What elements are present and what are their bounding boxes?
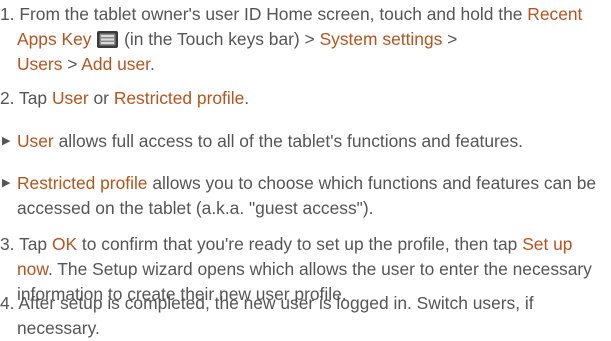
step-text: Tap (19, 88, 48, 108)
step-number: 4. (0, 293, 15, 313)
ok-label: OK (51, 234, 78, 254)
bullet-restricted-profile: ▶ Restricted profile allows you to choose… (0, 171, 605, 221)
step-text: Tap (19, 234, 48, 254)
path-separator: > (67, 54, 78, 74)
user-label: User (17, 131, 54, 151)
restricted-profile-label: Restricted profile (17, 173, 148, 193)
step-number: 3. (0, 234, 15, 254)
restricted-profile-label: Restricted profile (113, 88, 245, 108)
step-text: or (93, 88, 109, 108)
step-text: After setup is completed, the new user i… (17, 293, 534, 338)
system-settings-label: System settings (319, 29, 443, 49)
step-number: 1. (0, 4, 15, 24)
step-2: 2. Tap User or Restricted profile. (0, 86, 605, 111)
bullet-text: allows full access to all of the tablet'… (58, 131, 523, 151)
period: . (244, 88, 250, 108)
step-text: From the tablet owner's user ID Home scr… (19, 4, 523, 24)
users-label: Users (17, 54, 63, 74)
path-separator: > (447, 29, 458, 49)
add-user-label: Add user (81, 54, 150, 74)
step-1: 1. From the tablet owner's user ID Home … (0, 2, 605, 77)
instruction-document: 1. From the tablet owner's user ID Home … (0, 0, 611, 341)
recent-apps-key-icon (97, 31, 119, 48)
step-number: 2. (0, 88, 15, 108)
step-text: to confirm that you're ready to set up t… (81, 234, 518, 254)
period: . (149, 54, 155, 74)
user-label: User (51, 88, 89, 108)
step-text: (in the Touch keys bar) > (124, 29, 315, 49)
bullet-arrow-icon: ▶ (2, 177, 11, 189)
step-4: 4. After setup is completed, the new use… (0, 291, 605, 341)
bullet-user: ▶ User allows full access to all of the t… (0, 129, 605, 154)
bullet-arrow-icon: ▶ (2, 135, 11, 147)
